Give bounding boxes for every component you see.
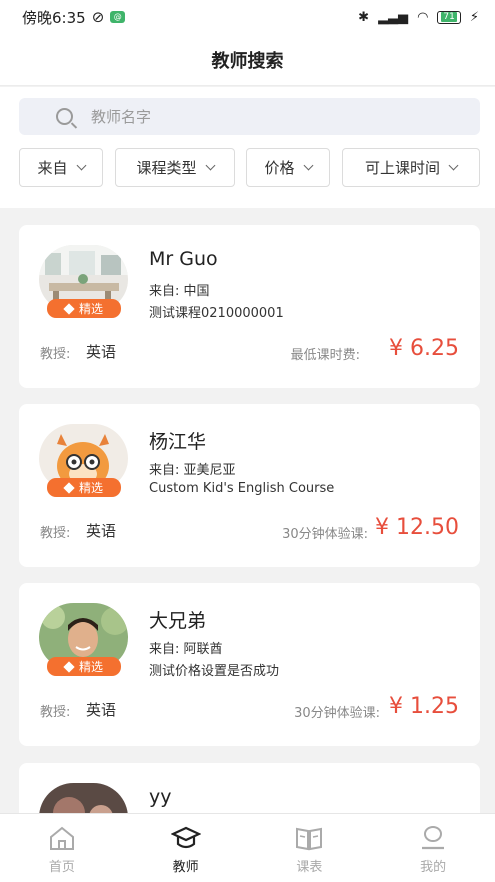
bottom-tab-bar: 首页 教师 课表 我的	[0, 813, 495, 882]
chevron-down-icon	[76, 160, 86, 171]
featured-badge-label: 精选	[78, 660, 103, 674]
book-icon	[296, 827, 323, 851]
featured-badge-label: 精选	[78, 302, 103, 316]
signal-icon: ▂▃▅	[378, 9, 409, 25]
battery-icon: 71	[437, 10, 461, 24]
charging-icon: ⚡	[469, 9, 479, 25]
teacher-subject: 英语	[86, 522, 117, 540]
status-bar: 傍晚6:35 ⊘ @ ✱ ▂▃▅ ◠ 71 ⚡	[0, 0, 495, 34]
filter-from-label: 来自	[37, 159, 68, 177]
tab-teacher-label: 教师	[172, 860, 199, 875]
filter-price[interactable]: 价格	[246, 148, 330, 187]
teacher-price: ¥ 6.25	[389, 336, 459, 361]
featured-badge: 精选	[47, 299, 121, 318]
tab-home-label: 首页	[48, 860, 75, 875]
diamond-icon	[63, 481, 75, 494]
page-title: 教师搜索	[0, 34, 495, 86]
teacher-course: Custom Kid's English Course	[149, 481, 335, 496]
teacher-card[interactable]: 精选 大兄弟 来自: 阿联酋 测试价格设置是否成功 教授: 英语 30分钟体验课…	[19, 583, 480, 746]
teach-label: 教授:	[40, 526, 71, 541]
status-time: 傍晚6:35	[22, 8, 86, 27]
search-input[interactable]: 教师名字	[19, 98, 480, 135]
home-icon	[49, 826, 74, 850]
teacher-card[interactable]: 精选 Mr Guo 来自: 中国 测试课程0210000001 教授: 英语 最…	[19, 225, 480, 388]
chevron-down-icon	[448, 160, 459, 171]
app-notification-icon: @	[110, 11, 126, 23]
tab-schedule[interactable]: 课表	[248, 814, 372, 882]
teacher-name: Mr Guo	[149, 248, 218, 270]
featured-badge-label: 精选	[78, 481, 103, 495]
featured-badge: 精选	[47, 478, 121, 497]
price-label: 最低课时费:	[290, 348, 360, 363]
teach-label: 教授:	[40, 705, 71, 720]
teach-label: 教授:	[40, 347, 71, 362]
teacher-price: ¥ 12.50	[375, 515, 459, 540]
search-placeholder: 教师名字	[91, 108, 152, 126]
filter-course-type[interactable]: 课程类型	[115, 148, 235, 187]
teacher-from: 来自: 阿联酋	[149, 642, 223, 657]
price-label: 30分钟体验课:	[294, 706, 380, 721]
teacher-subject: 英语	[86, 701, 117, 719]
tab-mine-label: 我的	[420, 860, 447, 875]
filter-area: 教师名字 来自 课程类型 价格 可上课时间	[0, 87, 495, 208]
tab-teacher[interactable]: 教师	[124, 814, 248, 882]
tab-schedule-label: 课表	[296, 860, 323, 875]
teacher-from: 来自: 中国	[149, 284, 210, 299]
tab-home[interactable]: 首页	[0, 814, 124, 882]
teacher-name: 大兄弟	[149, 610, 207, 632]
teacher-card[interactable]: 精选 杨江华 来自: 亚美尼亚 Custom Kid's English Cou…	[19, 404, 480, 567]
filter-price-label: 价格	[264, 159, 295, 177]
graduation-cap-icon	[170, 826, 201, 849]
notification-off-icon: ⊘	[91, 8, 105, 26]
filter-course-type-label: 课程类型	[136, 159, 197, 177]
user-icon	[422, 826, 445, 850]
tab-mine[interactable]: 我的	[371, 814, 495, 882]
diamond-icon	[63, 660, 75, 673]
teacher-subject: 英语	[86, 343, 117, 361]
price-label: 30分钟体验课:	[282, 527, 368, 542]
filter-available-time[interactable]: 可上课时间	[342, 148, 480, 187]
teacher-from: 来自: 亚美尼亚	[149, 463, 236, 478]
filter-from[interactable]: 来自	[19, 148, 103, 187]
teacher-price: ¥ 1.25	[389, 694, 459, 719]
teacher-course: 测试课程0210000001	[149, 306, 284, 321]
teacher-name: 杨江华	[149, 431, 207, 453]
teacher-name: yy	[149, 786, 172, 808]
chevron-down-icon	[303, 160, 313, 171]
chevron-down-icon	[205, 160, 215, 171]
filter-available-time-label: 可上课时间	[364, 159, 440, 177]
bluetooth-icon: ✱	[358, 9, 370, 25]
diamond-icon	[63, 302, 75, 315]
teacher-course: 测试价格设置是否成功	[149, 664, 280, 679]
search-icon	[56, 108, 73, 125]
wifi-icon: ◠	[417, 9, 429, 25]
featured-badge: 精选	[47, 657, 121, 676]
